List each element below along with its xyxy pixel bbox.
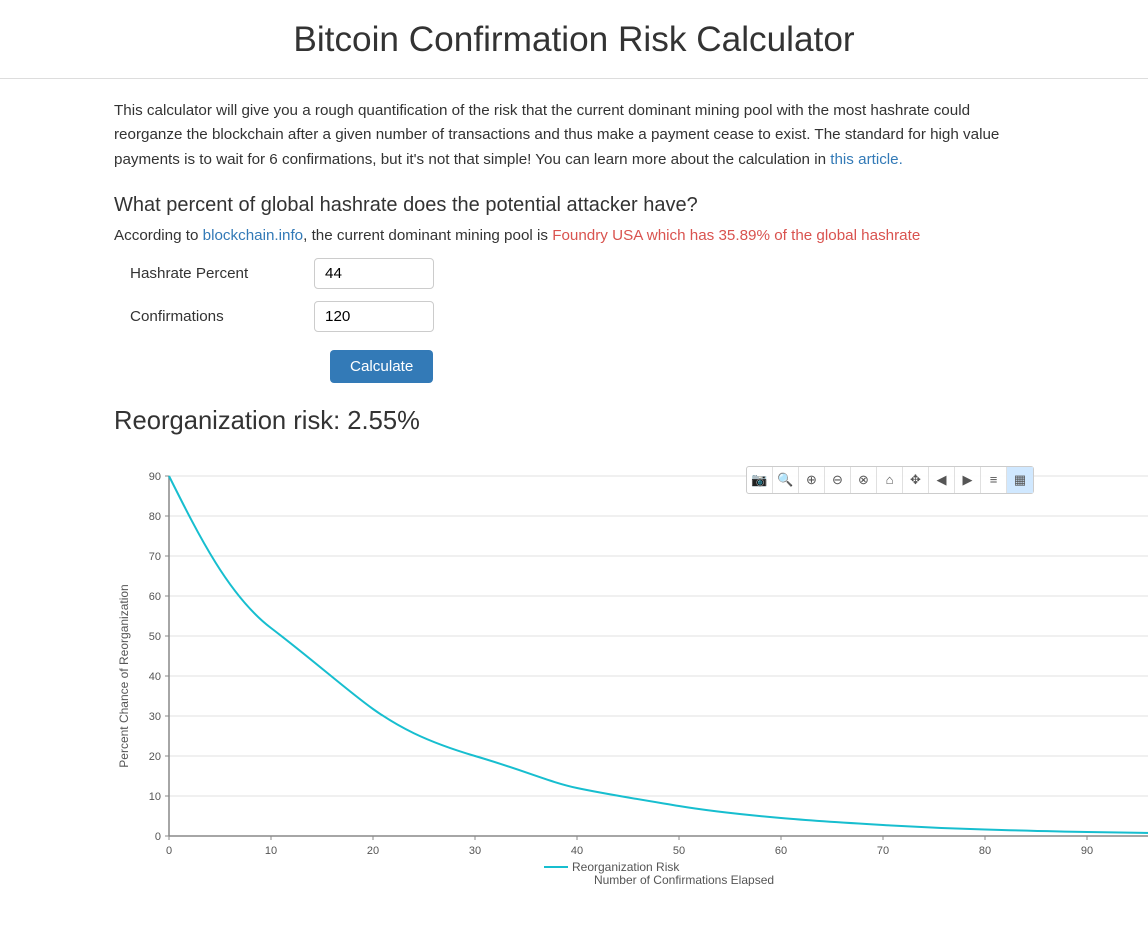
svg-text:0: 0 <box>155 831 161 843</box>
toolbar-home-button[interactable]: ⌂ <box>877 467 903 493</box>
chart-toolbar: 📷 🔍 ⊕ ⊖ ⊗ ⌂ ✥ ◀ ▶ ≡ ▦ <box>746 466 1034 494</box>
toolbar-toggle-button[interactable]: ▦ <box>1007 467 1033 493</box>
calculate-group: Calculate <box>114 344 1034 383</box>
toolbar-spike-button[interactable]: ✥ <box>903 467 929 493</box>
svg-text:90: 90 <box>149 471 161 483</box>
svg-text:40: 40 <box>149 671 161 683</box>
svg-text:70: 70 <box>149 551 161 563</box>
confirmations-label: Confirmations <box>114 308 314 325</box>
svg-text:20: 20 <box>149 751 161 763</box>
chart-container: 📷 🔍 ⊕ ⊖ ⊗ ⌂ ✥ ◀ ▶ ≡ ▦ Percent Chance of … <box>114 466 1034 886</box>
hashrate-group: Hashrate Percent <box>114 258 1034 289</box>
dominant-pool-text: Foundry USA which has 35.89% of the glob… <box>552 227 920 244</box>
toolbar-camera-button[interactable]: 📷 <box>747 467 773 493</box>
svg-text:80: 80 <box>979 845 991 857</box>
toolbar-compare-button[interactable]: ≡ <box>981 467 1007 493</box>
description-text: This calculator will give you a rough qu… <box>114 99 1034 172</box>
svg-text:0: 0 <box>166 845 172 857</box>
risk-curve <box>169 476 1148 834</box>
svg-text:30: 30 <box>469 845 481 857</box>
page-title: Bitcoin Confirmation Risk Calculator <box>0 0 1148 79</box>
confirmations-group: Confirmations <box>114 301 1034 332</box>
svg-text:50: 50 <box>149 631 161 643</box>
chart-legend: Reorganization Risk <box>544 860 680 874</box>
svg-text:30: 30 <box>149 711 161 723</box>
toolbar-zoom-in-button[interactable]: ⊕ <box>799 467 825 493</box>
attacker-info: According to blockchain.info, the curren… <box>114 227 1034 244</box>
svg-text:50: 50 <box>673 845 685 857</box>
blockchain-info-link[interactable]: blockchain.info <box>203 227 303 244</box>
svg-text:80: 80 <box>149 511 161 523</box>
x-axis-label: Number of Confirmations Elapsed <box>594 873 774 886</box>
svg-text:60: 60 <box>149 591 161 603</box>
calculator-form: Hashrate Percent Confirmations Calculate <box>114 258 1034 383</box>
toolbar-pan-right-button[interactable]: ▶ <box>955 467 981 493</box>
toolbar-autoscale-button[interactable]: ⊗ <box>851 467 877 493</box>
hashrate-question: What percent of global hashrate does the… <box>114 194 1034 217</box>
risk-chart: Percent Chance of Reorganization <box>114 466 1148 886</box>
calculate-button[interactable]: Calculate <box>330 350 433 383</box>
legend-label: Reorganization Risk <box>572 860 680 874</box>
hashrate-input[interactable] <box>314 258 434 289</box>
svg-text:10: 10 <box>149 791 161 803</box>
toolbar-zoom-out-button[interactable]: ⊖ <box>825 467 851 493</box>
svg-text:20: 20 <box>367 845 379 857</box>
svg-text:40: 40 <box>571 845 583 857</box>
svg-text:70: 70 <box>877 845 889 857</box>
toolbar-zoom-button[interactable]: 🔍 <box>773 467 799 493</box>
y-axis-label: Percent Chance of Reorganization <box>117 584 131 767</box>
svg-text:10: 10 <box>265 845 277 857</box>
reorganization-result: Reorganization risk: 2.55% <box>114 407 1034 436</box>
this-article-link[interactable]: this article. <box>830 151 903 168</box>
svg-text:60: 60 <box>775 845 787 857</box>
confirmations-input[interactable] <box>314 301 434 332</box>
svg-text:90: 90 <box>1081 845 1093 857</box>
hashrate-label: Hashrate Percent <box>114 265 314 282</box>
toolbar-pan-left-button[interactable]: ◀ <box>929 467 955 493</box>
